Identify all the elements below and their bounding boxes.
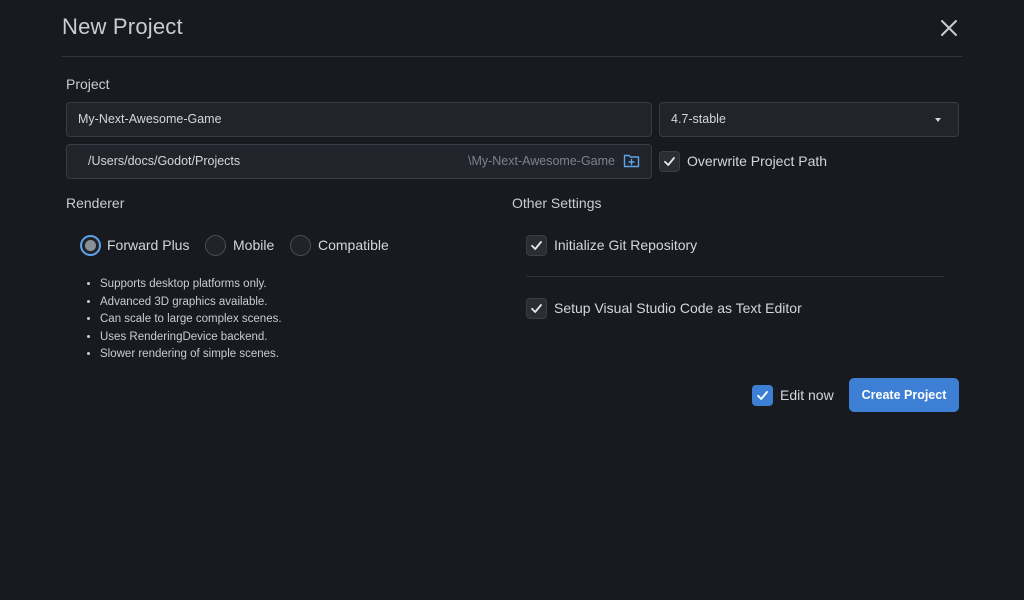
init-git-label: Initialize Git Repository (554, 237, 698, 253)
check-icon (531, 304, 542, 313)
radio-compatible[interactable] (290, 235, 311, 256)
list-item: Uses RenderingDevice backend. (100, 329, 282, 347)
list-item: Slower rendering of simple scenes. (100, 346, 282, 364)
vscode-editor-checkbox[interactable] (526, 298, 547, 319)
project-section-label: Project (66, 76, 110, 92)
radio-mobile-label: Mobile (233, 237, 275, 253)
edit-now-checkbox[interactable] (752, 385, 773, 406)
folder-plus-icon[interactable] (623, 153, 640, 168)
list-item: Can scale to large complex scenes. (100, 311, 282, 329)
project-name-value: My-Next-Awesome-Game (78, 112, 222, 126)
renderer-features-list: Supports desktop platforms only. Advance… (84, 276, 282, 364)
dialog-header: New Project (62, 0, 962, 57)
list-item: Supports desktop platforms only. (100, 276, 282, 294)
list-item: Advanced 3D graphics available. (100, 294, 282, 312)
check-icon (664, 157, 675, 166)
radio-mobile[interactable] (205, 235, 226, 256)
chevron-down-icon (935, 118, 941, 122)
init-git-checkbox[interactable] (526, 235, 547, 256)
radio-forward-plus-label: Forward Plus (107, 237, 190, 253)
new-project-dialog: New Project Project My-Next-Awesome-Game… (0, 0, 1024, 600)
vscode-editor-label: Setup Visual Studio Code as Text Editor (554, 300, 802, 316)
project-name-input[interactable]: My-Next-Awesome-Game (66, 102, 652, 137)
version-select[interactable]: 4.7-stable (659, 102, 959, 137)
dialog-title: New Project (62, 14, 183, 39)
overwrite-path-checkbox[interactable] (659, 151, 680, 172)
radio-forward-plus[interactable] (80, 235, 101, 256)
version-value: 4.7-stable (671, 112, 726, 126)
other-settings-section-label: Other Settings (512, 195, 602, 211)
create-project-button[interactable]: Create Project (849, 378, 959, 412)
close-button[interactable] (938, 17, 960, 39)
overwrite-path-label: Overwrite Project Path (687, 153, 828, 169)
project-path-input[interactable]: /Users/docs/Godot/Projects \My-Next-Awes… (66, 144, 652, 179)
close-icon (941, 20, 957, 36)
edit-now-label: Edit now (780, 387, 834, 403)
check-icon (757, 391, 768, 400)
check-icon (531, 241, 542, 250)
radio-compatible-label: Compatible (318, 237, 389, 253)
renderer-section-label: Renderer (66, 195, 125, 211)
project-path-suffix: \My-Next-Awesome-Game (467, 154, 615, 168)
project-path-value: /Users/docs/Godot/Projects (88, 154, 241, 168)
settings-divider (526, 276, 944, 277)
